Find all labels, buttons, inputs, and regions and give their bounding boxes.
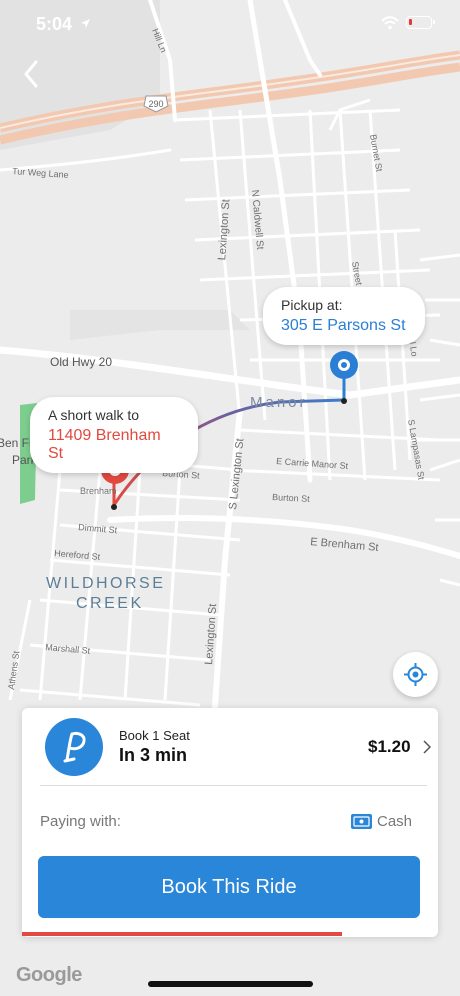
- eta-label: In 3 min: [119, 745, 188, 765]
- battery-icon: [406, 16, 435, 29]
- crosshair-icon: [404, 663, 427, 686]
- pickup-label: Pickup at:: [281, 297, 343, 313]
- location-arrow-icon: [81, 19, 90, 28]
- ride-card: Book 1 Seat In 3 min $1.20 Paying with: …: [22, 708, 438, 937]
- progress-bar: [22, 932, 343, 936]
- cash-icon: [351, 814, 372, 829]
- pickup-address: 305 E Parsons St: [281, 317, 406, 334]
- walk-address: 11409 Brenham St: [48, 427, 161, 462]
- ride-option-row[interactable]: Book 1 Seat In 3 min $1.20: [22, 708, 438, 786]
- highway-shield-label: 290: [148, 99, 163, 109]
- wifi-icon: [381, 16, 399, 30]
- paying-with-label: Paying with:: [40, 813, 121, 830]
- price-label: $1.20: [368, 737, 411, 756]
- recenter-button[interactable]: [393, 652, 438, 697]
- book-seat-label: Book 1 Seat: [119, 728, 190, 743]
- status-bar: 5:04: [0, 0, 460, 50]
- street-label-manor: Manor: [250, 394, 308, 411]
- neighborhood-label-creek: CREEK: [76, 595, 144, 612]
- walk-label: A short walk to: [48, 407, 140, 423]
- street-label-brenham-w: Brenham: [80, 486, 117, 496]
- book-ride-button[interactable]: Book This Ride: [38, 856, 420, 918]
- google-logo: Google: [16, 964, 82, 986]
- p-logo-icon: [45, 718, 103, 776]
- street-label-burton-2: Burton St: [272, 492, 310, 504]
- neighborhood-label-wildhorse: WILDHORSE: [46, 575, 165, 592]
- progress-track: [22, 932, 438, 936]
- divider: [40, 785, 427, 786]
- chevron-left-icon[interactable]: [16, 56, 46, 92]
- home-indicator: [148, 981, 313, 987]
- status-time: 5:04: [36, 14, 73, 34]
- chevron-right-icon: [423, 740, 431, 754]
- walk-callout[interactable]: A short walk to 11409 Brenham St: [30, 397, 198, 473]
- street-label-old-hwy-20: Old Hwy 20: [50, 355, 112, 369]
- pickup-pin-icon: [330, 351, 358, 379]
- pickup-callout[interactable]: Pickup at: 305 E Parsons St: [263, 287, 425, 345]
- payment-method-label[interactable]: Cash: [377, 813, 412, 830]
